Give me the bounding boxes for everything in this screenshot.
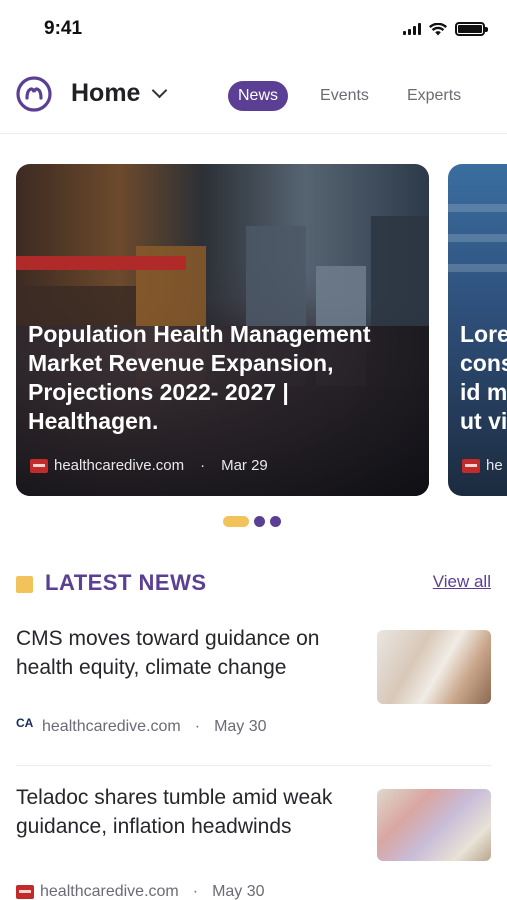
page-title: Home — [71, 79, 141, 107]
featured-card[interactable]: Population Health Management Market Reve… — [16, 164, 429, 496]
news-thumbnail[interactable] — [377, 789, 491, 861]
app-header: Home News Events Experts — [0, 62, 507, 134]
status-time: 9:41 — [44, 18, 83, 39]
meta-separator: · — [200, 457, 206, 474]
news-title[interactable]: Teladoc shares tumble amid weak guidance… — [16, 783, 361, 841]
news-date: May 30 — [212, 883, 265, 900]
page-dot-active[interactable] — [223, 516, 249, 527]
carousel-pagination — [223, 516, 281, 527]
news-thumbnail[interactable] — [377, 630, 491, 704]
title-line: id m — [460, 379, 507, 405]
tab-events[interactable]: Events — [310, 81, 379, 111]
stripe-shape — [448, 204, 507, 212]
chevron-down-icon — [152, 82, 168, 99]
news-date: May 30 — [214, 718, 267, 735]
latest-news-header: LATEST NEWS View all — [16, 570, 491, 600]
news-title[interactable]: CMS moves toward guidance on health equi… — [16, 624, 361, 682]
news-source: healthcaredive.com — [42, 718, 181, 735]
stripe-shape — [448, 234, 507, 242]
stripe-shape — [448, 264, 507, 272]
next-card[interactable]: Lore cons id m ut vi he — [448, 164, 507, 496]
title-line: Lore — [460, 321, 507, 347]
wifi-icon — [429, 22, 447, 35]
home-dropdown[interactable]: Home — [71, 79, 168, 108]
title-line: ut vi — [460, 408, 507, 434]
tab-news[interactable]: News — [228, 81, 289, 111]
page-dot[interactable] — [254, 516, 265, 527]
section-marker — [16, 576, 33, 593]
news-list-item[interactable]: Teladoc shares tumble amid weak guidance… — [16, 783, 491, 900]
meta-separator: · — [192, 883, 199, 900]
title-line: cons — [460, 350, 507, 376]
tab-experts[interactable]: Experts — [397, 81, 471, 111]
card-source: he — [486, 457, 503, 474]
news-meta: healthcaredive.com · May 30 — [16, 883, 265, 900]
news-source-icon — [462, 458, 480, 473]
news-list-item[interactable]: CMS moves toward guidance on health equi… — [16, 624, 491, 744]
app-logo-icon[interactable] — [16, 76, 52, 112]
news-source-icon: CA — [16, 716, 34, 730]
status-icons — [403, 22, 488, 36]
battery-icon — [455, 22, 488, 36]
view-all-link[interactable]: View all — [433, 572, 491, 592]
news-meta: CA healthcaredive.com · May 30 — [16, 716, 267, 736]
page-dot[interactable] — [270, 516, 281, 527]
status-bar: 9:41 — [0, 0, 507, 60]
news-source-icon — [16, 885, 34, 899]
featured-carousel[interactable]: Population Health Management Market Reve… — [16, 164, 507, 496]
cellular-signal-icon — [403, 23, 421, 35]
card-date: Mar 29 — [221, 457, 268, 474]
card-title[interactable]: Population Health Management Market Reve… — [28, 320, 408, 436]
sign-shape — [16, 256, 186, 270]
news-source-icon — [30, 458, 48, 473]
section-title: LATEST NEWS — [45, 570, 207, 595]
news-source: healthcaredive.com — [40, 883, 179, 900]
card-meta: healthcaredive.com · Mar 29 — [30, 457, 268, 474]
meta-separator: · — [194, 718, 201, 735]
next-card-meta: he — [462, 457, 503, 474]
divider — [16, 765, 491, 766]
tab-bar: News Events Experts — [228, 81, 489, 111]
card-source: healthcaredive.com — [54, 457, 185, 474]
next-card-title: Lore cons id m ut vi — [460, 320, 507, 436]
